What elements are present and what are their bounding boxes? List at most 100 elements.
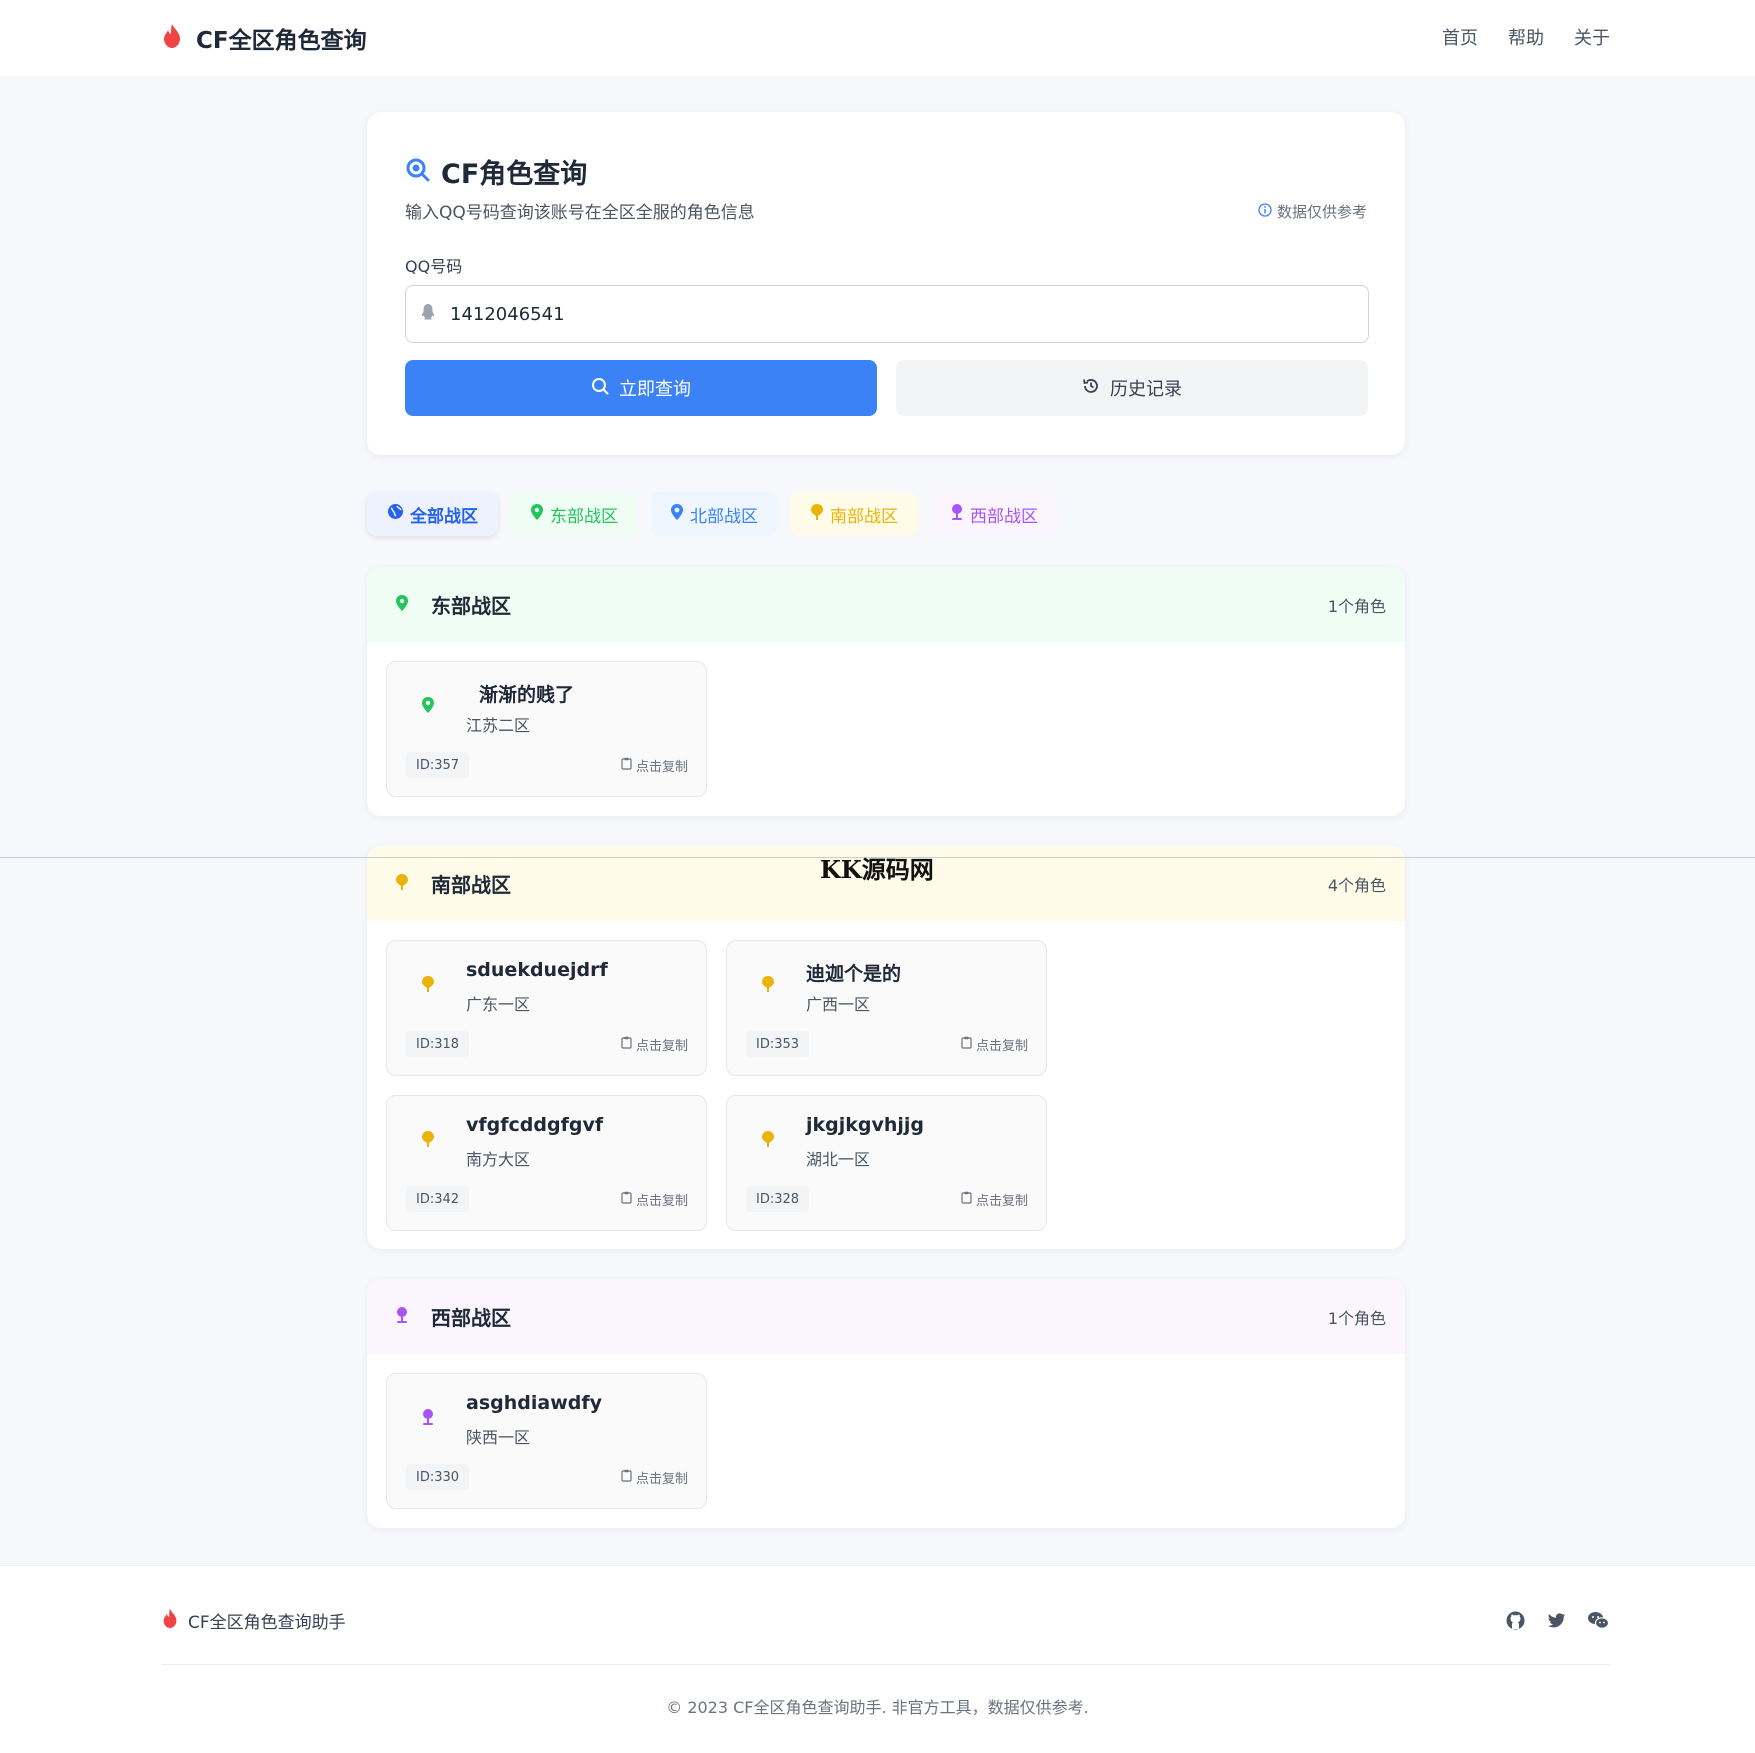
clipboard-icon bbox=[961, 1191, 972, 1208]
footer-divider bbox=[162, 1664, 1610, 1665]
role-zone: 南方大区 bbox=[466, 1150, 531, 1169]
flame-icon bbox=[162, 23, 182, 53]
globe-icon bbox=[387, 503, 404, 525]
tab-all-label: 全部战区 bbox=[410, 506, 478, 527]
qq-label: QQ号码 bbox=[405, 257, 463, 276]
top-navbar: CF全区角色查询 首页 帮助 关于 bbox=[0, 0, 1755, 76]
query-subtitle: 输入QQ号码查询该账号在全区全服的角色信息 bbox=[405, 203, 755, 223]
role-zone: 广西一区 bbox=[806, 995, 871, 1014]
role-name: sduekduejdrf bbox=[466, 959, 608, 981]
search-button[interactable]: 立即查询 bbox=[405, 360, 877, 416]
copy-button[interactable]: 点击复制 bbox=[621, 1190, 688, 1209]
role-card[interactable]: jkgjkgvhjjg 湖北一区 ID:328 点击复制 bbox=[726, 1095, 1047, 1231]
clipboard-icon bbox=[621, 1469, 632, 1486]
map-pin-icon bbox=[421, 1130, 435, 1152]
qq-input-wrapper[interactable] bbox=[405, 285, 1369, 343]
role-id: ID:353 bbox=[746, 1031, 810, 1057]
nav-home[interactable]: 首页 bbox=[1442, 24, 1478, 50]
tab-west[interactable]: 西部战区 bbox=[930, 492, 1058, 536]
map-pin-icon bbox=[950, 503, 964, 526]
section-east-title: 东部战区 bbox=[431, 594, 511, 618]
flame-icon bbox=[162, 1608, 178, 1633]
copy-label: 点击复制 bbox=[975, 1194, 1028, 1209]
role-id: ID:330 bbox=[406, 1464, 470, 1490]
qq-input[interactable] bbox=[450, 303, 1330, 325]
query-title: CF角色查询 bbox=[405, 152, 587, 191]
copy-button[interactable]: 点击复制 bbox=[961, 1190, 1028, 1209]
section-west-title: 西部战区 bbox=[431, 1306, 511, 1330]
main-nav: 首页 帮助 关于 bbox=[1442, 24, 1610, 50]
footer-brand-text: CF全区角色查询助手 bbox=[188, 1613, 346, 1633]
role-card[interactable]: 渐渐的贱了 江苏二区 ID:357 点击复制 bbox=[386, 661, 707, 797]
brand[interactable]: CF全区角色查询 bbox=[162, 20, 367, 56]
tab-north[interactable]: 北部战区 bbox=[650, 492, 778, 536]
social-links bbox=[1505, 1610, 1610, 1635]
section-east-count: 1个角色 bbox=[1327, 596, 1386, 616]
copy-label: 点击复制 bbox=[635, 1472, 688, 1487]
history-button-label: 历史记录 bbox=[1110, 379, 1182, 399]
role-zone: 湖北一区 bbox=[806, 1150, 871, 1169]
wechat-icon[interactable] bbox=[1587, 1610, 1610, 1635]
info-icon bbox=[1258, 202, 1272, 221]
twitter-icon[interactable] bbox=[1546, 1610, 1567, 1635]
clipboard-icon bbox=[961, 1036, 972, 1053]
tab-east[interactable]: 东部战区 bbox=[510, 492, 638, 536]
copy-button[interactable]: 点击复制 bbox=[621, 756, 688, 775]
section-east: 东部战区 1个角色 渐渐的贱了 江苏二区 ID:357 点击复制 bbox=[367, 567, 1405, 816]
map-pin-icon bbox=[761, 975, 775, 997]
copy-button[interactable]: 点击复制 bbox=[961, 1035, 1028, 1054]
query-card: CF角色查询 输入QQ号码查询该账号在全区全服的角色信息 数据仅供参考 QQ号码… bbox=[367, 112, 1405, 455]
role-card[interactable]: 迪迦个是的 广西一区 ID:353 点击复制 bbox=[726, 940, 1047, 1076]
region-tabs: 全部战区 东部战区 北部战区 南部战区 西部战区 bbox=[367, 492, 1058, 536]
search-icon bbox=[591, 377, 609, 400]
section-west-list: asghdiawdfy 陕西一区 ID:330 点击复制 bbox=[367, 1354, 1405, 1528]
role-name: 渐渐的贱了 bbox=[479, 684, 575, 706]
copyright: © 2023 CF全区角色查询助手. 非官方工具，数据仅供参考. bbox=[666, 1698, 1089, 1717]
role-name: asghdiawdfy bbox=[466, 1392, 602, 1414]
role-name: jkgjkgvhjjg bbox=[806, 1114, 925, 1136]
map-pin-icon bbox=[670, 503, 684, 526]
role-id: ID:328 bbox=[746, 1186, 810, 1212]
map-pin-icon bbox=[395, 1306, 409, 1328]
role-card[interactable]: vfgfcddgfgvf 南方大区 ID:342 点击复制 bbox=[386, 1095, 707, 1231]
nav-about[interactable]: 关于 bbox=[1574, 24, 1610, 50]
role-card[interactable]: sduekduejdrf 广东一区 ID:318 点击复制 bbox=[386, 940, 707, 1076]
reference-note: 数据仅供参考 bbox=[1258, 201, 1367, 222]
section-east-header: 东部战区 1个角色 bbox=[367, 567, 1405, 642]
search-button-label: 立即查询 bbox=[619, 379, 691, 399]
map-pin-icon bbox=[395, 873, 409, 895]
section-west-count: 1个角色 bbox=[1327, 1308, 1386, 1328]
clipboard-icon bbox=[621, 1036, 632, 1053]
nav-help[interactable]: 帮助 bbox=[1508, 24, 1544, 50]
role-zone: 江苏二区 bbox=[466, 716, 531, 735]
tab-all-regions[interactable]: 全部战区 bbox=[367, 492, 498, 536]
copy-label: 点击复制 bbox=[635, 760, 688, 775]
role-id: ID:318 bbox=[406, 1031, 470, 1057]
role-id: ID:357 bbox=[406, 752, 470, 778]
role-zone: 广东一区 bbox=[466, 995, 531, 1014]
copy-label: 点击复制 bbox=[635, 1194, 688, 1209]
section-west: 西部战区 1个角色 asghdiawdfy 陕西一区 ID:330 点击复制 bbox=[367, 1279, 1405, 1528]
brand-title: CF全区角色查询 bbox=[196, 28, 367, 54]
copy-button[interactable]: 点击复制 bbox=[621, 1468, 688, 1487]
tab-north-label: 北部战区 bbox=[690, 506, 758, 527]
map-pin-icon bbox=[421, 696, 435, 718]
tab-south[interactable]: 南部战区 bbox=[790, 492, 918, 536]
clipboard-icon bbox=[621, 1191, 632, 1208]
history-button[interactable]: 历史记录 bbox=[896, 360, 1368, 416]
map-pin-icon bbox=[421, 975, 435, 997]
query-title-text: CF角色查询 bbox=[441, 159, 588, 190]
map-pin-icon bbox=[810, 503, 824, 526]
github-icon[interactable] bbox=[1505, 1610, 1526, 1635]
copy-label: 点击复制 bbox=[635, 1039, 688, 1054]
role-name: vfgfcddgfgvf bbox=[466, 1114, 604, 1136]
tab-west-label: 西部战区 bbox=[970, 506, 1038, 527]
map-pin-icon bbox=[395, 594, 409, 616]
watermark: KK源码网 bbox=[820, 855, 934, 884]
section-south-title: 南部战区 bbox=[431, 873, 511, 897]
tab-south-label: 南部战区 bbox=[830, 506, 898, 527]
copy-button[interactable]: 点击复制 bbox=[621, 1035, 688, 1054]
clipboard-icon bbox=[621, 757, 632, 774]
role-card[interactable]: asghdiawdfy 陕西一区 ID:330 点击复制 bbox=[386, 1373, 707, 1509]
role-zone: 陕西一区 bbox=[466, 1428, 531, 1447]
